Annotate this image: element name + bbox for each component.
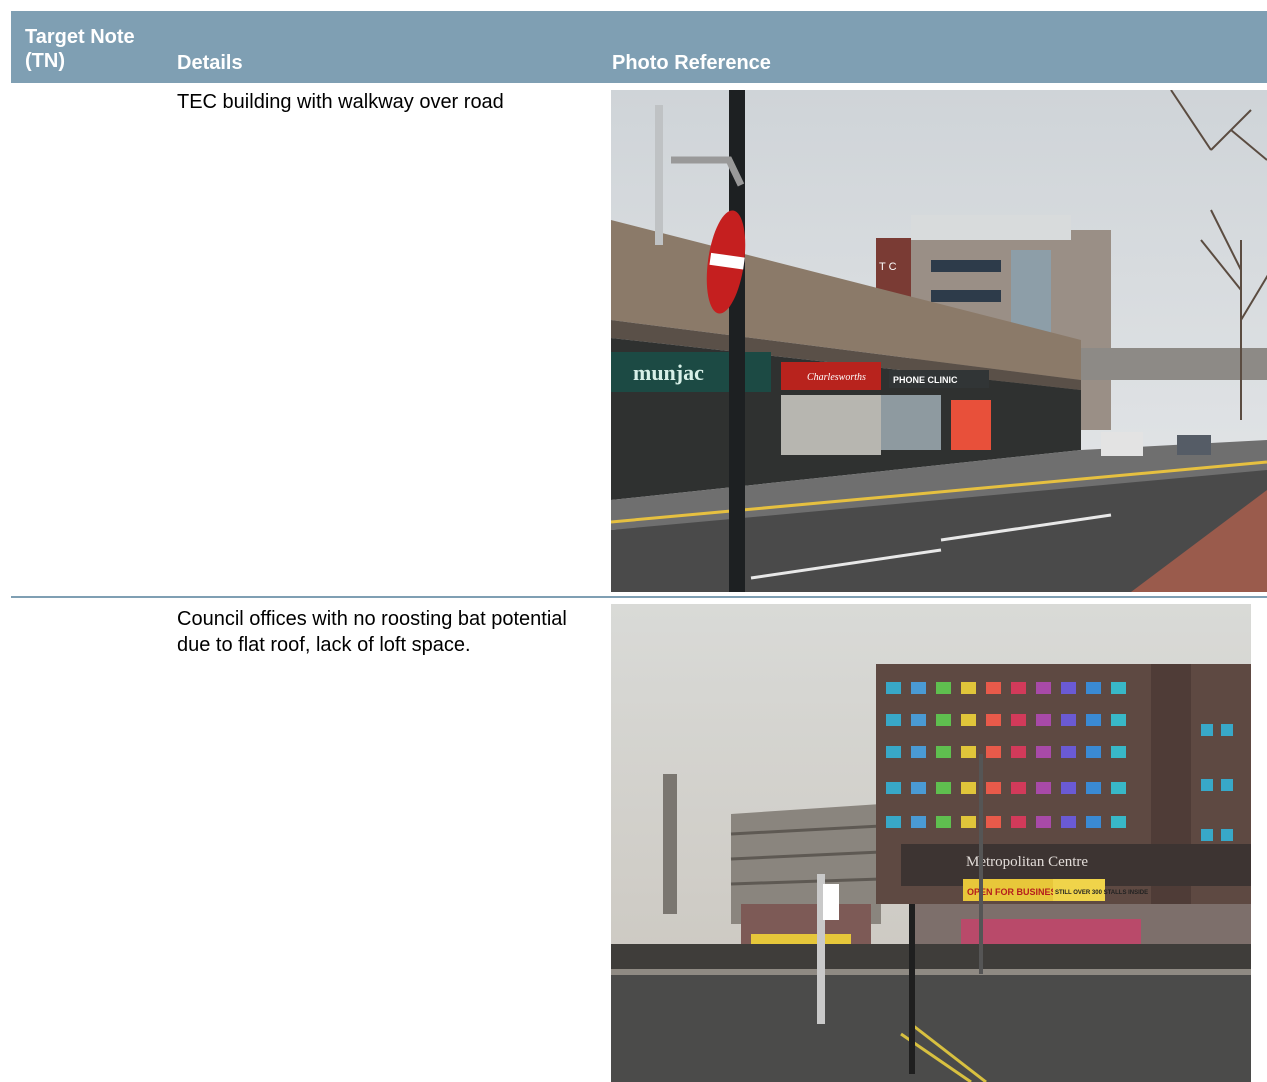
photo-tec-building: T C munjac Charlesworths PHONE CLINIC [611, 90, 1267, 592]
row-details: TEC building with walkway over road [177, 91, 504, 113]
shop-sign-phone-clinic: PHONE CLINIC [893, 375, 958, 385]
banner-stalls-inside: STILL OVER 300 STALLS INSIDE [1055, 890, 1148, 896]
table-header: Target Note (TN) Details Photo Reference [11, 11, 1267, 83]
header-photo-reference: Photo Reference [612, 52, 771, 74]
table-row: TEC building with walkway over road T C [11, 83, 1267, 598]
header-target-note: Target Note (TN) [25, 26, 135, 72]
shop-sign-munjac: munjac [633, 360, 704, 385]
tec-sign: T C [879, 261, 897, 273]
table-row: Council offices with no roosting bat pot… [11, 598, 1267, 1082]
header-details: Details [177, 52, 243, 74]
target-notes-table: Target Note (TN) Details Photo Reference… [11, 11, 1267, 1082]
row-details: Council offices with no roosting bat pot… [177, 608, 567, 656]
metropolitan-centre-sign: Metropolitan Centre [966, 854, 1088, 870]
shop-sign-charlesworths: Charlesworths [807, 372, 866, 383]
photo-council-offices: Metropolitan Centre OPEN FOR BUSINESS ST… [611, 604, 1251, 1082]
